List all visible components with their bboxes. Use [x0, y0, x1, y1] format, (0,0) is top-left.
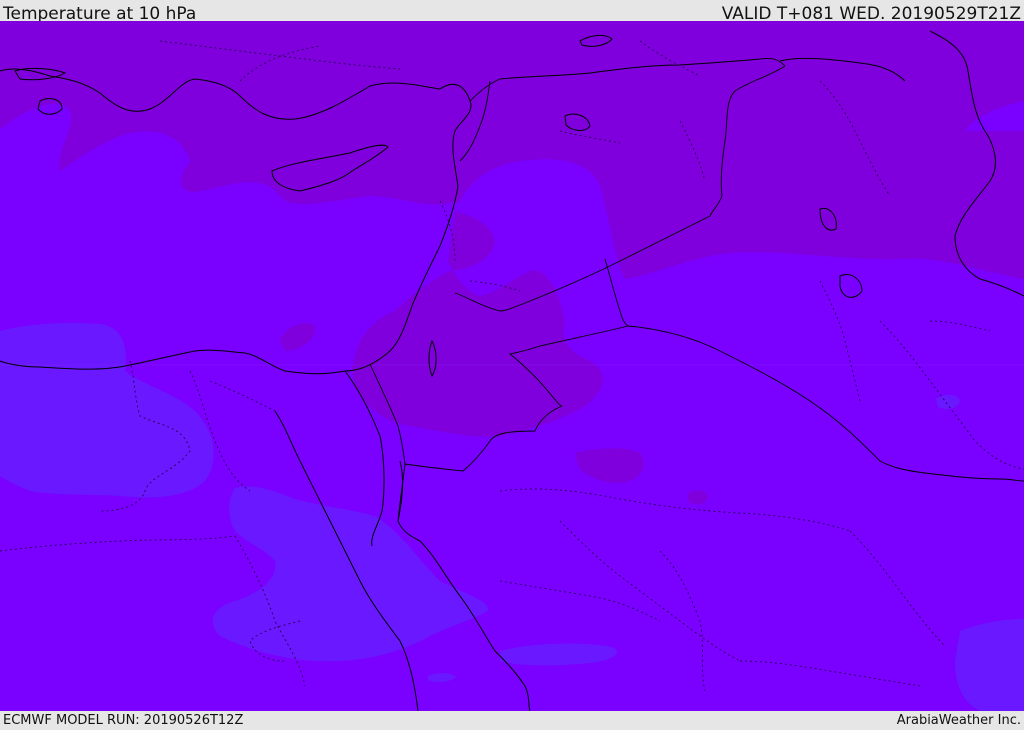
- model-run: ECMWF MODEL RUN: 20190526T12Z: [3, 713, 244, 728]
- temperature-map: [0, 21, 1024, 711]
- header-bar: Temperature at 10 hPa VALID T+081 WED. 2…: [0, 0, 1024, 21]
- valid-time: VALID T+081 WED. 20190529T21Z: [721, 4, 1021, 21]
- field-cool-southeast: [955, 619, 1024, 711]
- map-title: Temperature at 10 hPa: [3, 4, 197, 21]
- credit: ArabiaWeather Inc.: [896, 713, 1021, 728]
- footer-bar: ECMWF MODEL RUN: 20190526T12Z ArabiaWeat…: [0, 711, 1024, 729]
